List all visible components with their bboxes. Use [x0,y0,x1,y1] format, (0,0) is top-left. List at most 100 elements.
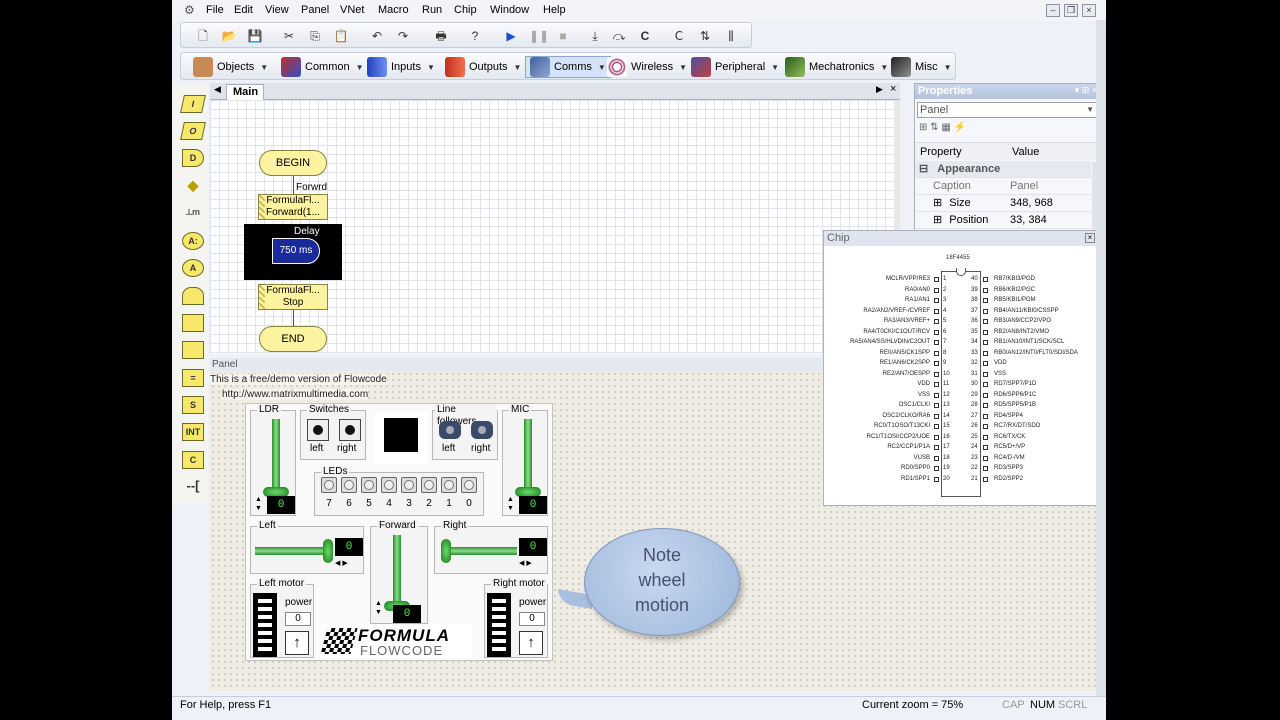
chip-pin-box[interactable] [983,466,988,471]
cut-icon[interactable]: ✂ [281,28,297,44]
print-icon[interactable]: 🖶 [433,28,449,44]
save-icon[interactable]: 💾 [247,28,263,44]
forward-stepper[interactable]: ▲ ▼ [375,599,382,617]
undo-icon[interactable]: ↶ [369,28,385,44]
chip-pin-box[interactable] [934,277,939,282]
ldr-stepper[interactable]: ▲ ▼ [255,495,265,513]
component-macro-icon[interactable] [182,341,204,359]
outputs-menu[interactable]: Outputs ▼ [445,57,521,77]
chip-pin-box[interactable] [934,403,939,408]
chip-pin-box[interactable] [934,329,939,335]
comms-menu[interactable]: Comms ▼ [525,56,611,78]
c-code-icon[interactable]: C [182,451,204,469]
left-motor-direction-icon[interactable]: ↑ [285,631,309,655]
chip-pin-box[interactable] [934,371,939,377]
delay-block-selected[interactable]: Delay 750 ms [244,224,342,280]
chip-pin-box[interactable] [934,361,939,366]
string-icon[interactable]: S [182,396,204,414]
comment-icon[interactable]: --[ [182,478,204,496]
menu-macro[interactable]: Macro [378,4,409,16]
output-icon[interactable]: O [180,122,206,140]
connection-point-icon[interactable]: A: [182,232,204,250]
chip-pin-box[interactable] [934,319,939,324]
property-row[interactable]: ⊞ Size 348, 968 [915,195,1091,212]
chip-pin-box[interactable] [983,434,988,440]
step-over-icon[interactable]: ⤼ [611,28,627,44]
chip-pin-box[interactable] [934,413,939,419]
calculation-icon[interactable]: = [182,369,204,387]
tab-scroll-left-icon[interactable]: ◀ [214,84,221,95]
begin-terminal[interactable]: BEGIN [259,150,327,176]
chip-pin-box[interactable] [983,382,988,387]
inputs-menu[interactable]: Inputs ▼ [367,57,435,77]
chip-pin-box[interactable] [983,287,988,293]
tab-scroll-right-icon[interactable]: ▶ [876,84,883,95]
copy-icon[interactable]: ⎘ [307,28,323,44]
chip-pin-box[interactable] [983,445,988,450]
menu-panel[interactable]: Panel [301,4,329,16]
chip-pin-box[interactable] [983,476,988,482]
chip-pin-box[interactable] [934,298,939,303]
chip-pin-box[interactable] [983,413,988,419]
pin-icon[interactable]: ▾ ⊞ × [1075,85,1097,96]
menu-help[interactable]: Help [543,4,566,16]
mechatronics-menu[interactable]: Mechatronics ▼ [785,57,888,77]
close-icon[interactable]: × [1085,233,1095,243]
input-icon[interactable]: I [180,95,206,113]
interrupt-icon[interactable]: INT [182,423,204,441]
loop-icon[interactable] [182,287,204,305]
decision-icon[interactable]: ◆ [182,177,204,195]
chip-pin-box[interactable] [983,455,988,461]
menu-run[interactable]: Run [422,4,442,16]
chip-pin-box[interactable] [934,424,939,429]
switch-left-button[interactable] [307,419,329,441]
menu-edit[interactable]: Edit [234,4,253,16]
object-select[interactable]: Panel ▼ [917,102,1097,118]
chip-pin-box[interactable] [983,403,988,408]
delay-icon[interactable]: D [182,149,204,167]
chip-pin-box[interactable] [983,329,988,335]
right-stepper[interactable]: ◀ ▶ [519,559,532,567]
new-icon[interactable]: 🗋 [195,28,211,44]
peripheral-menu[interactable]: Peripheral ▼ [691,57,779,77]
tab-close-icon[interactable]: × [890,83,896,95]
switch-icon[interactable]: ⟂m [182,204,204,222]
chip-pin-box[interactable] [934,434,939,440]
chip-settings-icon[interactable]: ⇅ [697,28,713,44]
chip-pin-box[interactable] [934,476,939,482]
chip-pin-box[interactable] [934,382,939,387]
run-icon[interactable]: ▶ [503,28,519,44]
chip-pin-box[interactable] [983,392,988,398]
common-menu[interactable]: Common ▼ [281,57,364,77]
menu-file[interactable]: File [206,4,224,16]
chip-pin-box[interactable] [934,445,939,450]
categorized-icon[interactable]: ⊞ ⇅ ▦ ⚡ [919,122,966,133]
help-icon[interactable]: ? [467,28,483,44]
left-slider-knob[interactable] [323,539,333,563]
chip-pin-box[interactable] [983,319,988,324]
redo-icon[interactable]: ↷ [395,28,411,44]
chip-pin-box[interactable] [934,308,939,314]
left-stepper[interactable]: ◀ ▶ [335,559,348,567]
app-icon[interactable]: ⚙ [184,3,198,17]
right-slider-knob[interactable] [441,539,451,563]
tab-main[interactable]: Main [226,84,264,100]
property-row[interactable]: Caption Panel [915,178,1091,195]
flowchart-canvas[interactable]: BEGIN Forwrd FormulaFl... Forward(1... D… [210,100,900,354]
chip-pin-box[interactable] [934,350,939,356]
macro-icon[interactable] [182,314,204,332]
pause-icon[interactable]: ❚❚ [529,28,549,44]
chip-pin-box[interactable] [934,466,939,471]
step-into-icon[interactable]: ⤓ [587,28,603,44]
calculation-block-forward[interactable]: FormulaFl... Forward(1... [258,194,328,220]
chip-pin-box[interactable] [934,455,939,461]
stop-icon[interactable]: ■ [555,28,571,44]
minimize-icon[interactable]: – [1046,4,1060,17]
chip-compile-icon[interactable]: Ⅽ [671,28,687,44]
menu-view[interactable]: View [265,4,289,16]
window-scrollbar[interactable] [1096,20,1106,696]
appearance-section[interactable]: ⊟ Appearance [915,161,1091,178]
right-motor-direction-icon[interactable]: ↑ [519,631,543,655]
menu-window[interactable]: Window [490,4,529,16]
chip-pin-box[interactable] [983,424,988,429]
